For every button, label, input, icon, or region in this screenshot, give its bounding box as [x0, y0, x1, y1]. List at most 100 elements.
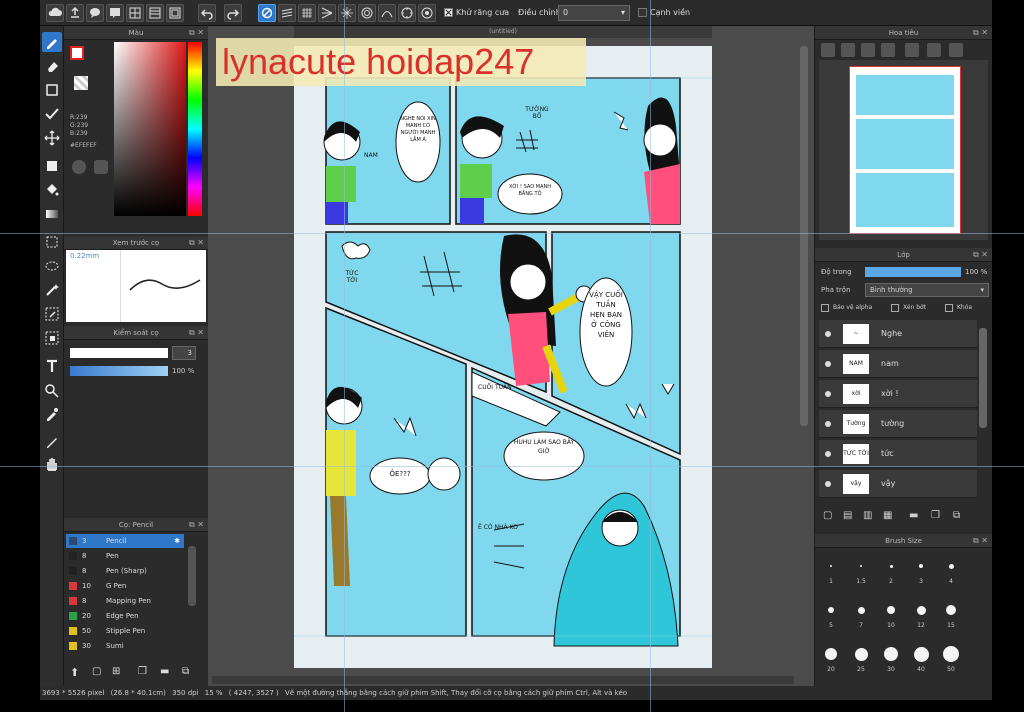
- undo-icon[interactable]: [198, 4, 216, 22]
- layer-options-icon[interactable]: ▦: [883, 510, 892, 521]
- palette-icon[interactable]: [72, 160, 86, 174]
- eye-icon[interactable]: [825, 391, 831, 397]
- primary-color-swatch[interactable]: [70, 46, 84, 60]
- brush-size-dot[interactable]: [948, 563, 954, 569]
- brush-size-dot[interactable]: [859, 564, 863, 568]
- brush-size-dot[interactable]: [828, 607, 834, 613]
- snap-grid-icon[interactable]: [298, 4, 316, 22]
- brush-list-item[interactable]: 50 Watercolor: [66, 654, 184, 656]
- cloud-icon[interactable]: [46, 4, 64, 22]
- secondary-color-swatch[interactable]: [74, 76, 88, 90]
- clipping-checkbox[interactable]: [891, 304, 899, 312]
- brush-list-item[interactable]: 8 Pen: [66, 549, 184, 563]
- eye-icon[interactable]: [825, 421, 831, 427]
- text-tool-icon[interactable]: [42, 356, 62, 376]
- grid-layout-icon[interactable]: [126, 4, 144, 22]
- snap-ellipse-icon[interactable]: [398, 4, 416, 22]
- layer-scrollbar[interactable]: [979, 328, 987, 428]
- brush-list-item[interactable]: 8 Pen (Sharp): [66, 564, 184, 578]
- brush-opacity-slider[interactable]: [70, 366, 168, 376]
- snap-parallel-icon[interactable]: [278, 4, 296, 22]
- brush-size-dot[interactable]: [919, 564, 923, 568]
- folder-icon[interactable]: ▬: [160, 666, 169, 677]
- pen-tool-icon[interactable]: [42, 32, 62, 52]
- lasso-tool-icon[interactable]: [42, 256, 62, 276]
- transform-tool-icon[interactable]: [42, 380, 62, 400]
- brush-size-dot[interactable]: [887, 606, 895, 614]
- brush-size-dot[interactable]: [916, 605, 926, 615]
- brush-size-dot[interactable]: [889, 564, 893, 568]
- canvas-vertical-scrollbar[interactable]: [800, 46, 808, 426]
- brush-size-dot[interactable]: [825, 648, 837, 660]
- snap-curve-icon[interactable]: [378, 4, 396, 22]
- move-tool-icon[interactable]: [42, 128, 62, 148]
- layer-opacity-slider[interactable]: [865, 267, 961, 277]
- antialias-checkbox[interactable]: [444, 8, 453, 17]
- snap-vanish-icon[interactable]: [318, 4, 336, 22]
- brush-size-dot[interactable]: [830, 565, 832, 567]
- brush-list-item[interactable]: 50 Stipple Pen: [66, 624, 184, 638]
- adjust-select[interactable]: 0 ▾: [558, 5, 630, 21]
- layer-blend-select[interactable]: Bình thường ▾: [865, 283, 989, 297]
- new-layer-8bit-icon[interactable]: ▤: [843, 510, 852, 521]
- panel-layout-icon[interactable]: [146, 4, 164, 22]
- eye-icon[interactable]: [825, 481, 831, 487]
- brush-list-item[interactable]: 8 Mapping Pen: [66, 594, 184, 608]
- panel-menu-icon[interactable]: ⧉ ✕: [189, 518, 204, 532]
- duplicate-icon[interactable]: ❐: [138, 666, 147, 677]
- saturation-value-picker[interactable]: [114, 42, 186, 216]
- gradient-tool-icon[interactable]: [42, 204, 62, 224]
- brush-list-scrollbar[interactable]: [188, 546, 196, 606]
- lock-checkbox[interactable]: [945, 304, 953, 312]
- brush-size-dot[interactable]: [854, 647, 868, 661]
- brush-list-item[interactable]: 3 Pencil ✱: [66, 534, 184, 548]
- fit-icon[interactable]: [861, 43, 875, 57]
- eye-icon[interactable]: [825, 331, 831, 337]
- layer-row[interactable]: ~ Nghe: [819, 320, 977, 348]
- check-tool-icon[interactable]: [42, 104, 62, 124]
- speech-bubble-icon[interactable]: [86, 4, 104, 22]
- layer-row[interactable]: NAM nam: [819, 350, 977, 378]
- layer-folder-icon[interactable]: ▬: [909, 510, 918, 521]
- brush-size-slider[interactable]: [70, 348, 168, 358]
- panel-menu-icon[interactable]: ⧉ ✕: [189, 326, 204, 340]
- bucket-tool-icon[interactable]: [42, 180, 62, 200]
- edge-checkbox[interactable]: [638, 8, 647, 17]
- brush-size-dot[interactable]: [946, 605, 956, 615]
- pencil-tool-icon[interactable]: [42, 432, 62, 452]
- brush-size-dot[interactable]: [943, 646, 959, 662]
- brush-list-item[interactable]: 10 G Pen: [66, 579, 184, 593]
- panel-menu-icon[interactable]: ⧉ ✕: [973, 248, 988, 262]
- layer-row[interactable]: Tường tường: [819, 410, 977, 438]
- brush-settings-icon[interactable]: ✱: [174, 534, 180, 548]
- new-layer-icon[interactable]: ▢: [823, 510, 832, 521]
- fill-rect-tool-icon[interactable]: [42, 156, 62, 176]
- layer-more-icon[interactable]: ⧉: [953, 510, 960, 521]
- eye-icon[interactable]: [825, 451, 831, 457]
- protect-alpha-checkbox[interactable]: [821, 304, 829, 312]
- snap-radial-icon[interactable]: [338, 4, 356, 22]
- brush-list-item[interactable]: 30 Sumi: [66, 639, 184, 653]
- panel-menu-icon[interactable]: ⧉ ✕: [189, 236, 204, 250]
- hand-tool-icon[interactable]: [42, 454, 62, 474]
- new-brush-icon[interactable]: ▢: [92, 666, 101, 677]
- snap-circle-icon[interactable]: [358, 4, 376, 22]
- panel-menu-icon[interactable]: ⧉ ✕: [973, 26, 988, 40]
- rotate-right-icon[interactable]: [949, 43, 963, 57]
- canvas-area[interactable]: (untitled) NGHE NÓI XIN MANH CÓ NGƯỜI MA…: [208, 26, 814, 686]
- select-pen-tool-icon[interactable]: [42, 304, 62, 324]
- new-layer-1bit-icon[interactable]: ▥: [863, 510, 872, 521]
- brush-size-dot[interactable]: [913, 646, 929, 662]
- zoom-in-icon[interactable]: [821, 43, 835, 57]
- upload-icon[interactable]: ⬆: [70, 666, 79, 679]
- panel-menu-icon[interactable]: ⧉ ✕: [189, 26, 204, 40]
- snap-off-icon[interactable]: [258, 4, 276, 22]
- eyedropper-tool-icon[interactable]: [42, 404, 62, 424]
- color-picker-icon[interactable]: [94, 160, 108, 174]
- navigator-preview[interactable]: [819, 60, 988, 240]
- select-rect-tool-icon[interactable]: [42, 232, 62, 252]
- layer-row[interactable]: xời xời !: [819, 380, 977, 408]
- layer-row[interactable]: vậy vậy: [819, 470, 977, 498]
- frame-icon[interactable]: [166, 4, 184, 22]
- zoom-reset-icon[interactable]: [881, 43, 895, 57]
